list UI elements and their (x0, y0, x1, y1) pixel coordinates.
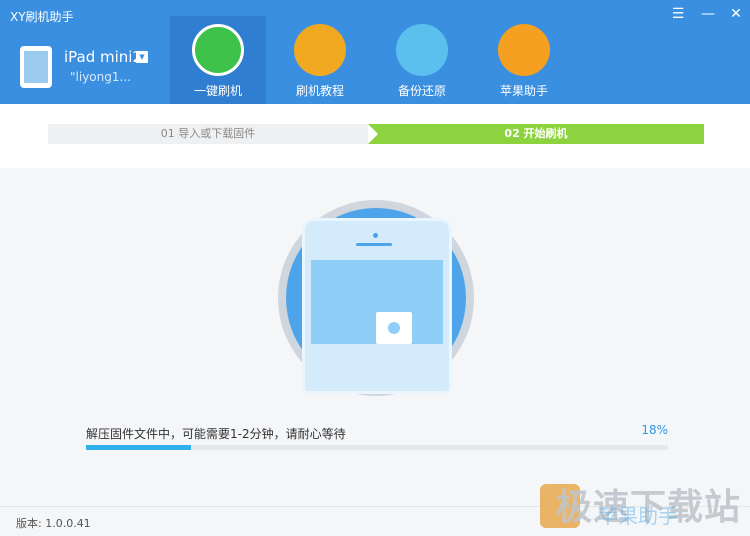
step-import-firmware: 01 导入或下载固件 (48, 124, 368, 144)
close-icon[interactable]: ✕ (724, 4, 748, 24)
chevron-down-icon[interactable]: ▼ (136, 51, 148, 63)
device-account: "liyong1... (70, 70, 131, 84)
app-title: XY刷机助手 (10, 10, 74, 24)
tab-label: 刷机教程 (295, 84, 344, 98)
tab-label: 一键刷机 (193, 84, 242, 98)
progress-percent: 18% (641, 423, 668, 437)
step-start-flash: 02 开始刷机 (368, 124, 704, 144)
tab-apple-assistant[interactable]: 苹果助手 (476, 16, 572, 104)
disc-drive-icon (396, 24, 448, 76)
owl-icon (498, 24, 550, 76)
menu-icon[interactable]: ☰ (666, 4, 690, 24)
ipad-icon (20, 46, 52, 88)
lamp-icon (294, 24, 346, 76)
watermark-subtext: 苹果助手 (598, 504, 678, 528)
progress-bar (86, 445, 668, 450)
steps-area: 01 导入或下载固件 02 开始刷机 (0, 104, 750, 168)
tab-backup-restore[interactable]: 备份还原 (374, 16, 470, 104)
tab-one-click-flash[interactable]: 一键刷机 (170, 16, 266, 104)
header-bar: XY刷机助手 ☰ — ✕ iPad mini2 ▼ "liyong1... 一键… (0, 0, 750, 104)
phone-speaker (356, 243, 392, 246)
device-name: iPad mini2 (64, 48, 143, 66)
tab-flash-tutorial[interactable]: 刷机教程 (272, 16, 368, 104)
apple-logo-icon (388, 322, 400, 334)
version-label: 版本: 1.0.0.41 (16, 517, 91, 530)
minimize-icon[interactable]: — (696, 4, 720, 24)
progress-fill (86, 445, 191, 450)
tab-label: 备份还原 (397, 84, 446, 98)
tab-label: 苹果助手 (499, 84, 548, 98)
refresh-icon (192, 24, 244, 76)
progress-status-text: 解压固件文件中，可能需要1-2分钟，请耐心等待 (86, 427, 346, 441)
phone-camera (373, 233, 378, 238)
